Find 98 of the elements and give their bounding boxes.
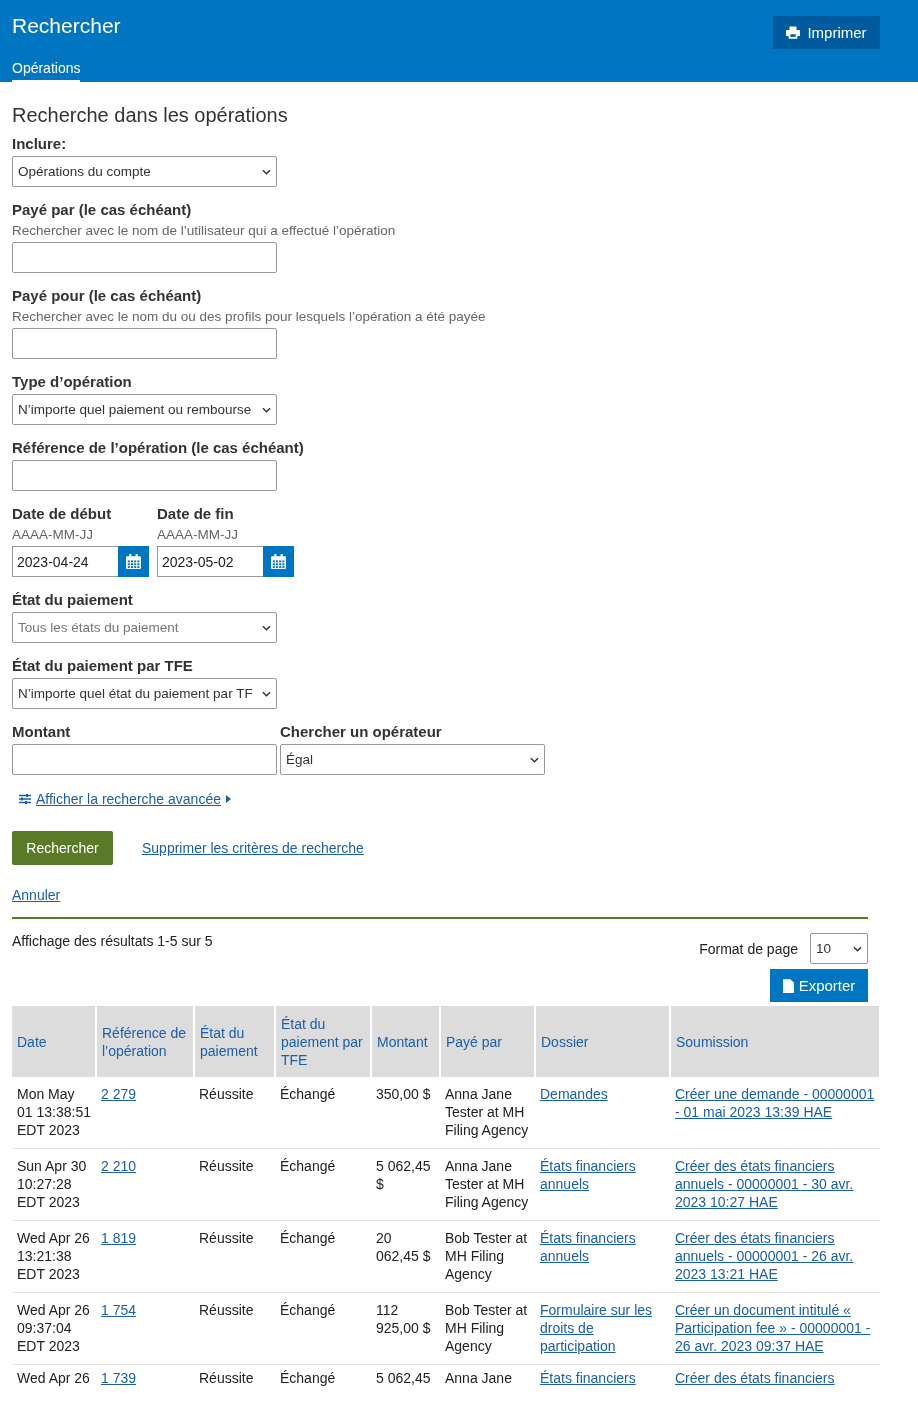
table-cell: 112 925,00 $ <box>376 1302 431 1336</box>
field-hint: AAAA-MM-JJ <box>157 526 239 544</box>
calendar-button[interactable] <box>118 546 149 577</box>
field-hint: Rechercher avec le nom du ou des profils pour lesquels l’opération a été payée <box>12 308 487 326</box>
field-label: Montant <box>12 723 72 740</box>
table-link[interactable]: Créer des états financiers annuels - 00000001 - 30 avr. 2023 10:27 HAE <box>675 1157 875 1211</box>
table-link[interactable]: Créer une demande - 00000001 - 01 mai 2023 13:39 HAE <box>675 1085 875 1121</box>
input-field[interactable] <box>12 744 277 775</box>
export-button[interactable]: Exporter <box>770 969 868 1002</box>
column-header[interactable]: Payé par <box>440 1006 535 1077</box>
column-header[interactable]: Soumission <box>670 1006 880 1077</box>
table-cell: 5 062,45 <box>376 1370 431 1386</box>
table-cell: 20 062,45 $ <box>376 1230 431 1264</box>
table-cell: Réussite <box>199 1086 254 1102</box>
table-link[interactable]: 1 754 <box>101 1301 189 1319</box>
field-label: Inclure: <box>12 135 68 152</box>
tab[interactable]: Opérations <box>12 58 81 82</box>
table-link[interactable]: 1 819 <box>101 1229 189 1247</box>
table-cell: Bob Tester at MH Filing Agency <box>445 1230 528 1282</box>
field-label: Date de début <box>12 505 113 522</box>
clear-criteria-link[interactable]: Supprimer les critères de recherche <box>142 840 364 856</box>
table-cell: Réussite <box>199 1302 254 1318</box>
table-link[interactable]: Formulaire sur les droits de participation <box>540 1301 665 1355</box>
advanced-search-link[interactable]: Afficher la recherche avancée <box>36 791 221 807</box>
dropdown[interactable]: N’importe quel état du paiement par TF <box>12 678 277 709</box>
field-label: Payé par (le cas échéant) <box>12 201 193 218</box>
table-cell: Échangé <box>280 1302 336 1318</box>
dropdown[interactable]: N’importe quel paiement ou rembourse <box>12 394 277 425</box>
column-header[interactable]: Référence de l’opération <box>96 1006 194 1077</box>
dropdown[interactable]: Tous les états du paiement <box>12 612 277 643</box>
printer-icon <box>786 26 801 39</box>
table-cell: Anna Jane Tester at MH Filing Agency <box>445 1086 529 1138</box>
table-cell: Sun Apr 30 10:27:28 EDT 2023 <box>17 1158 87 1210</box>
field-hint: AAAA-MM-JJ <box>12 526 94 544</box>
table-link[interactable]: États financiers <box>540 1369 665 1387</box>
table-cell: Wed Apr 26 09:37:04 EDT 2023 <box>17 1302 90 1354</box>
table-cell: 350,00 $ <box>376 1086 431 1102</box>
table-cell: Échangé <box>280 1086 336 1102</box>
table-cell: Wed Apr 26 <box>17 1370 90 1386</box>
table-link[interactable]: 1 739 <box>101 1369 189 1387</box>
section-heading: Recherche dans les opérations <box>12 104 289 127</box>
table-cell: 5 062,45 $ <box>376 1158 431 1192</box>
field-label: Payé pour (le cas échéant) <box>12 287 203 304</box>
column-header[interactable]: État du paiement <box>194 1006 275 1077</box>
caret-icon <box>530 756 539 763</box>
page-title: Rechercher <box>12 14 121 38</box>
search-button[interactable]: Rechercher <box>12 831 113 865</box>
table-cell: Bob Tester at MH Filing Agency <box>445 1302 528 1354</box>
column-header[interactable]: Montant <box>371 1006 440 1077</box>
caret-icon <box>262 690 271 697</box>
field-label: État du paiement <box>12 591 134 608</box>
field-label: Type d’opération <box>12 373 133 390</box>
dropdown[interactable]: Opérations du compte <box>12 156 277 187</box>
calendar-button[interactable] <box>263 546 294 577</box>
caret-icon <box>262 168 271 175</box>
column-header[interactable]: Dossier <box>535 1006 670 1077</box>
table-cell: Anna Jane <box>445 1370 512 1386</box>
calendar-icon <box>125 553 142 570</box>
field-label: Référence de l’opération (le cas échéant) <box>12 439 305 456</box>
table-link[interactable]: 2 279 <box>101 1085 189 1103</box>
table-cell: Échangé <box>280 1230 336 1246</box>
table-cell: Échangé <box>280 1370 336 1386</box>
field-label: Date de fin <box>157 505 235 522</box>
table-link[interactable]: 2 210 <box>101 1157 189 1175</box>
dropdown[interactable]: Égal <box>280 744 545 775</box>
caret-icon <box>853 945 862 952</box>
table-link[interactable]: États financiers annuels <box>540 1229 665 1265</box>
table-cell: Wed Apr 26 13:21:38 EDT 2023 <box>17 1230 90 1282</box>
sliders-icon <box>19 794 31 804</box>
caret-right-icon <box>225 795 231 803</box>
table-cell: Réussite <box>199 1158 254 1174</box>
table-link[interactable]: Créer un document intitulé « Participation fee » - 00000001 - 26 avr. 2023 09:37 HAE <box>675 1301 875 1355</box>
print-button[interactable]: Imprimer <box>773 16 880 49</box>
caret-icon <box>262 624 271 631</box>
caret-icon <box>262 406 271 413</box>
table-link[interactable]: Demandes <box>540 1085 665 1103</box>
table-link[interactable]: États financiers annuels <box>540 1157 665 1193</box>
page-size-dropdown[interactable]: 10 <box>810 933 868 964</box>
table-cell: Réussite <box>199 1230 254 1246</box>
table-cell: Échangé <box>280 1158 336 1174</box>
results-summary: Affichage des résultats 1-5 sur 5 <box>12 933 213 951</box>
page-size-label: Format de page <box>699 940 798 957</box>
field-label: Chercher un opérateur <box>280 723 443 740</box>
field-hint: Rechercher avec le nom de l’utilisateur qui a effectué l’opération <box>12 222 397 240</box>
table-cell: Réussite <box>199 1370 254 1386</box>
table-cell: Anna Jane Tester at MH Filing Agency <box>445 1158 529 1210</box>
table-cell: Mon May 01 13:38:51 EDT 2023 <box>17 1086 91 1138</box>
column-header[interactable]: État du paiement par TFE <box>275 1006 371 1077</box>
table-link[interactable]: Créer des états financiers annuels - 00000001 - 26 avr. 2023 13:21 HAE <box>675 1229 875 1283</box>
input-field[interactable] <box>12 242 277 273</box>
field-label: État du paiement par TFE <box>12 657 194 674</box>
document-icon <box>782 978 794 993</box>
input-field[interactable] <box>12 328 277 359</box>
cancel-link[interactable]: Annuler <box>12 887 61 903</box>
column-header[interactable]: Date <box>12 1006 96 1077</box>
calendar-icon <box>270 553 287 570</box>
input-field[interactable] <box>12 460 277 491</box>
table-link[interactable]: Créer des états financiers <box>675 1369 875 1387</box>
